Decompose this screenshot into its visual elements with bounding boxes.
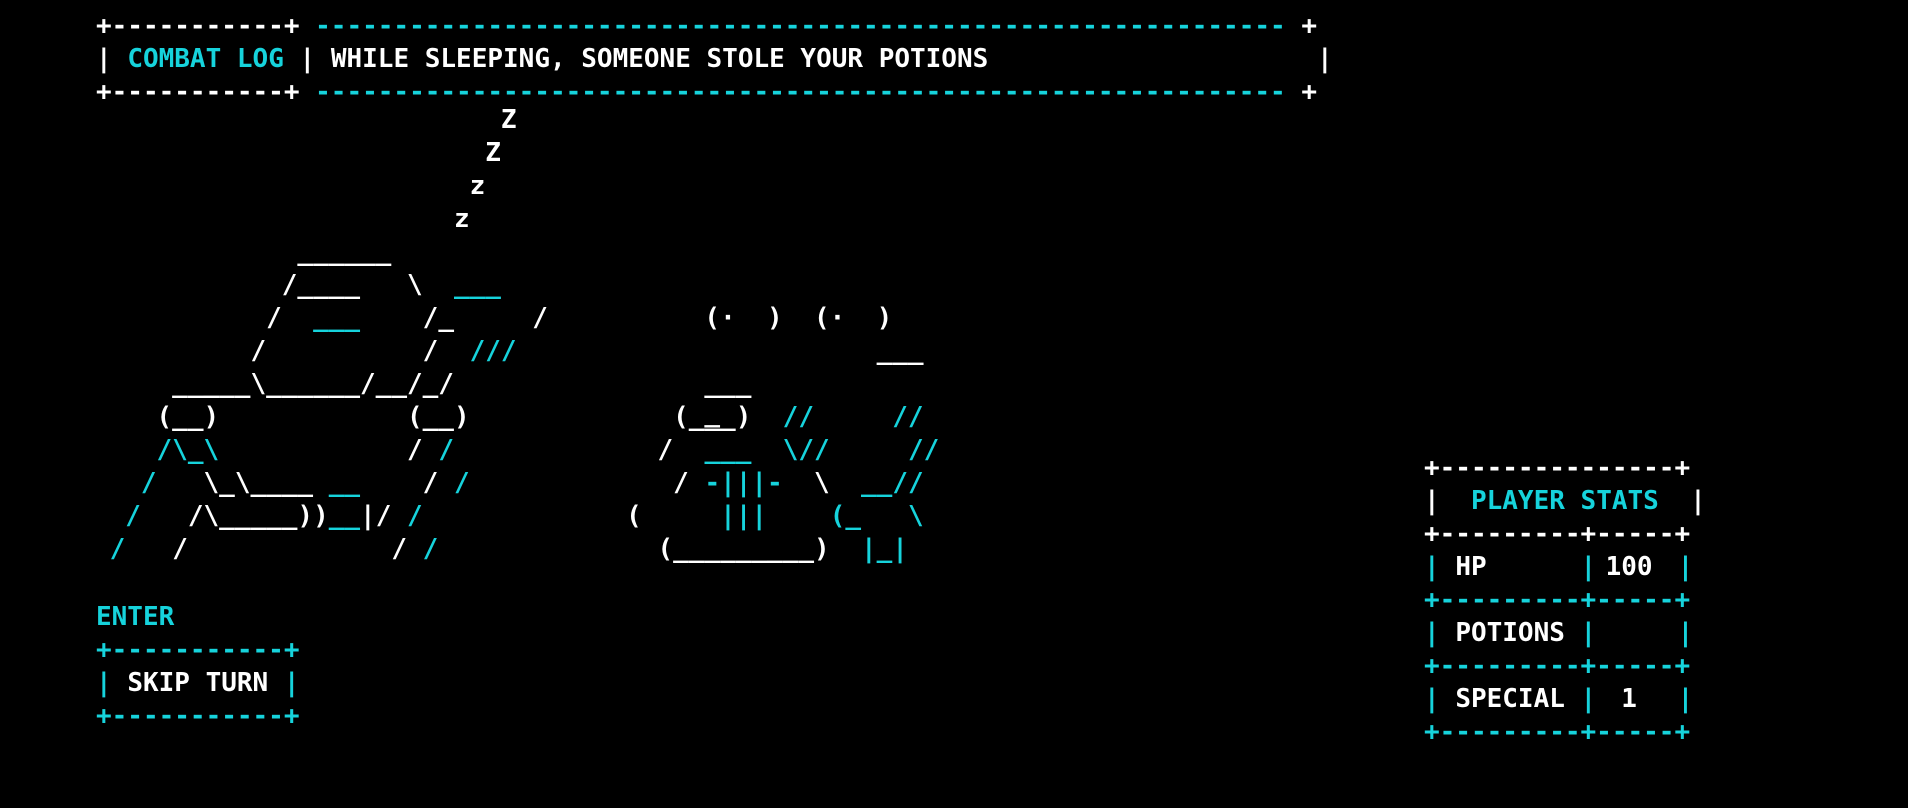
skip-turn-button[interactable]: +-----------+ | SKIP TURN | +-----------… <box>96 634 300 733</box>
stats-pipe: | <box>1677 684 1694 714</box>
stats-pipe: | <box>1580 552 1597 582</box>
bed-line-4: _____\______/__/_/ ___ <box>0 369 752 399</box>
combat-log-border-top: +-----------+ <box>96 11 316 41</box>
stats-pipe: | <box>1580 684 1597 714</box>
sleep-z-4: z <box>0 204 470 234</box>
bed-line-2: / ___ /_ / (· ) (· ) <box>0 303 893 333</box>
combat-log-corner: + <box>1301 11 1317 41</box>
bed-line-3: / / /// ___ <box>0 336 924 366</box>
ascii-scene: Z Z z z ______ /____ \ ___ / ___ /_ / (·… <box>0 104 940 566</box>
skip-turn-label[interactable]: SKIP TURN <box>127 667 268 700</box>
combat-log-panel: +-----------+ --------------------------… <box>96 10 1333 109</box>
stats-pipe: | <box>1677 618 1694 648</box>
bed-top: ______ <box>0 237 392 267</box>
player-stats-panel: +---------------+ | PLAYER STATS | +----… <box>1424 452 1706 749</box>
stat-label-potions: POTIONS <box>1455 618 1565 648</box>
sleep-z-2: Z <box>0 138 501 168</box>
enter-key-hint: ENTER <box>96 602 175 632</box>
bed-line-5: (__) (__) (_‗_) // // <box>0 402 924 432</box>
stats-border-2: +---------+-----+ <box>1424 585 1691 615</box>
combat-log-message: WHILE SLEEPING, SOMEONE STOLE YOUR POTIO… <box>330 44 989 74</box>
stats-pipe: | <box>1580 618 1597 648</box>
stat-label-special: SPECIAL <box>1455 684 1565 714</box>
combat-log-border-top-accent: ----------------------------------------… <box>315 11 1302 41</box>
stats-pipe: | <box>1677 552 1694 582</box>
skip-turn-pipe-left: | <box>96 668 112 698</box>
stats-pipe: | <box>1424 486 1440 516</box>
combat-log-pipe-right: | <box>988 44 1333 74</box>
stat-value-hp: 100 <box>1605 552 1653 582</box>
stat-value-special: 1 <box>1621 684 1637 714</box>
stats-pipe: | <box>1690 486 1706 516</box>
stat-label-hp: HP <box>1455 552 1487 582</box>
stats-border-top: +---------------+ <box>1424 453 1691 483</box>
sleep-z-1: Z <box>0 105 517 135</box>
combat-log-pipe-mid: | <box>283 44 331 74</box>
stats-pipe: | <box>1424 552 1440 582</box>
stats-title: PLAYER STATS <box>1470 486 1659 516</box>
skip-turn-border-top: +-----------+ <box>96 635 300 665</box>
bed-line-7: / \_\____ __ / / / -|||- \ __// <box>140 468 924 498</box>
combat-log-pipe-left: | <box>96 44 128 74</box>
bed-line-8: / /\_____))__|/ / ( ||| (_ \ <box>125 501 924 531</box>
stats-border-bottom: +---------+-----+ <box>1424 717 1691 747</box>
sleep-z-3: z <box>0 171 486 201</box>
bed-line-6: /\_\ / / / ___ \// // <box>156 435 940 465</box>
bed-line-9: / / / / (_________) |_| <box>109 534 908 564</box>
stats-border-1: +---------+-----+ <box>1424 519 1691 549</box>
skip-turn-pipe-right: | <box>283 668 300 698</box>
bed-line-1: /____ \ ___ <box>0 270 501 300</box>
combat-log-border-bottom: +-----------+ <box>96 77 316 107</box>
stats-pipe: | <box>1424 618 1440 648</box>
combat-log-title: COMBAT LOG <box>127 44 284 74</box>
combat-log-corner-bottom: + <box>1301 77 1317 107</box>
stats-border-3: +---------+-----+ <box>1424 651 1691 681</box>
combat-log-border-bottom-accent: ----------------------------------------… <box>315 77 1302 107</box>
stats-pipe: | <box>1424 684 1440 714</box>
skip-turn-border-bottom: +-----------+ <box>96 701 300 731</box>
